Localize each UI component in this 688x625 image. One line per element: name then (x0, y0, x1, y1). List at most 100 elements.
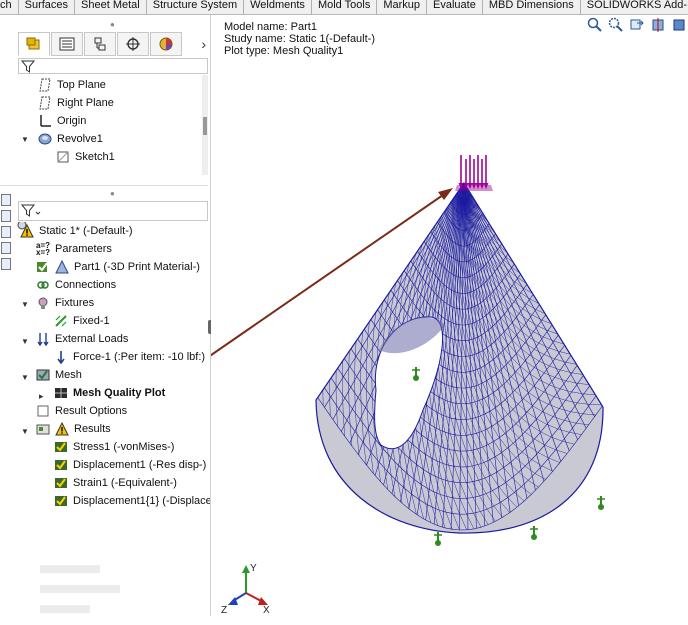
tree-item-connections[interactable]: Connections (36, 276, 116, 294)
ribbon-tab[interactable]: Sheet Metal (75, 0, 147, 14)
tree-item-sketch1[interactable]: Sketch1 (56, 148, 115, 166)
ribbon-tab[interactable]: SOLIDWORKS Add-Ins (581, 0, 688, 14)
command-manager-tabs: chSurfacesSheet MetalStructure SystemWel… (0, 0, 688, 15)
tree-item-revolve1[interactable]: Revolve1 (38, 130, 103, 148)
tree-item-origin[interactable]: Origin (38, 112, 86, 130)
tree-item-external-loads[interactable]: External Loads (36, 330, 128, 348)
expand-caret-icon[interactable]: ▼ (21, 427, 29, 436)
coordinate-triad: Y X Z (221, 563, 270, 616)
result-plot-icon (54, 440, 68, 454)
expand-caret-icon[interactable]: ▼ (21, 300, 29, 309)
tab-dimxpert-manager[interactable] (117, 32, 149, 56)
filter-icon (21, 204, 41, 220)
tree-item-result[interactable]: Displacement1 (-Res disp-) (54, 456, 206, 474)
tab-configuration-manager[interactable] (84, 32, 116, 56)
plane-icon (38, 96, 52, 110)
crosshair-icon (125, 36, 141, 52)
panel-grip[interactable]: ● (110, 20, 115, 29)
tree-item-label: Stress1 (-vonMises-) (73, 441, 174, 453)
tool-icon[interactable] (1, 194, 11, 206)
ribbon-tab[interactable]: MBD Dimensions (483, 0, 581, 14)
tree-item-label: Right Plane (57, 97, 114, 109)
result-plot-icon (54, 476, 68, 490)
faded-ghost-rows (0, 555, 200, 625)
check-mesh-icon (36, 368, 50, 382)
tab-feature-manager[interactable] (18, 32, 50, 56)
tree-item-label: Mesh Quality Plot (73, 387, 165, 399)
tree-item-parameters[interactable]: a=?x=?Parameters (36, 240, 112, 258)
result-plot-icon (54, 458, 68, 472)
tree-item-result[interactable]: Displacement1{1} (-Displaceme (54, 492, 210, 510)
ribbon-tab[interactable]: ch (0, 0, 19, 14)
ribbon-tab[interactable]: Weldments (244, 0, 312, 14)
expand-caret-icon[interactable]: ▼ (21, 337, 29, 346)
tree-item-label: Result Options (55, 405, 127, 417)
revolve-icon (38, 132, 52, 146)
tree-item-right-plane[interactable]: Right Plane (38, 94, 114, 112)
tree-item-label: External Loads (55, 333, 128, 345)
feature-tree-filter[interactable] (18, 58, 208, 74)
tree-item-results[interactable]: Results (36, 420, 111, 438)
triad-y-label: Y (250, 563, 257, 574)
expand-caret-icon[interactable]: ▼ (21, 135, 29, 144)
configuration-manager-icon (92, 36, 108, 52)
property-manager-icon (59, 37, 75, 51)
part-icon (55, 260, 69, 274)
origin-icon (38, 114, 52, 128)
result-plot-icon (54, 494, 68, 508)
filter-icon (21, 60, 35, 73)
ribbon-tab[interactable]: Surfaces (19, 0, 75, 14)
tree-item-study[interactable]: Static 1* (-Default-) (20, 222, 133, 240)
cone-mesh-model[interactable]: Y X Z (211, 15, 688, 616)
tree-item-label: Results (74, 423, 111, 435)
tree-item-result-options[interactable]: Result Options (36, 402, 127, 420)
fixture-marker (434, 532, 442, 546)
ribbon-tab[interactable]: Markup (377, 0, 427, 14)
tree-item-label: Connections (55, 279, 116, 291)
result-options-icon (36, 404, 50, 418)
ribbon-tab[interactable]: Structure System (147, 0, 244, 14)
tab-property-manager[interactable] (51, 32, 83, 56)
tree-item-mesh-quality-plot[interactable]: Mesh Quality Plot (54, 384, 165, 402)
fixed-geometry-icon (54, 314, 68, 328)
check-part-icon (36, 260, 50, 274)
left-panel: ● › Top Plane Right Plane (0, 15, 211, 616)
feature-tree-scrollbar[interactable] (202, 75, 208, 175)
tree-item-fixtures[interactable]: Fixtures (36, 294, 94, 312)
tree-item-mesh[interactable]: Mesh (36, 366, 82, 384)
pane-divider[interactable] (0, 185, 208, 190)
triad-x-label: X (263, 605, 270, 616)
tree-item-label: Force-1 (:Per item: -10 lbf:) (73, 351, 205, 363)
feature-tree: Top Plane Right Plane Origin ▼ Revolve1 … (18, 75, 198, 190)
results-folder-icon (36, 422, 50, 436)
tree-item-part[interactable]: Part1 (-3D Print Material-) (36, 258, 200, 276)
sketch-icon (56, 150, 70, 164)
expand-caret-icon[interactable]: ▼ (21, 373, 29, 382)
tree-item-result[interactable]: Stress1 (-vonMises-) (54, 438, 174, 456)
graphics-area[interactable]: Model name: Part1 Study name: Static 1(-… (211, 15, 688, 616)
tree-item-label: Sketch1 (75, 151, 115, 163)
tree-item-label: Strain1 (-Equivalent-) (73, 477, 177, 489)
tree-item-force-1[interactable]: Force-1 (:Per item: -10 lbf:) (54, 348, 205, 366)
tree-item-result[interactable]: Strain1 (-Equivalent-) (54, 474, 177, 492)
tree-item-top-plane[interactable]: Top Plane (38, 76, 106, 94)
fixture-marker (597, 496, 605, 510)
parameters-icon: a=?x=? (36, 242, 50, 256)
ribbon-tab[interactable]: Evaluate (427, 0, 483, 14)
expand-caret-icon[interactable]: ▸ (39, 391, 44, 402)
panel-grip[interactable]: ● (110, 189, 115, 198)
tree-item-label: Displacement1{1} (-Displaceme (73, 495, 210, 507)
tree-item-label: Top Plane (57, 79, 106, 91)
display-manager-icon (158, 36, 174, 52)
scroll-thumb[interactable] (203, 117, 207, 135)
ribbon-tab[interactable]: Mold Tools (312, 0, 377, 14)
simulation-study-tree: Static 1* (-Default-) a=?x=?Parameters P… (0, 222, 210, 552)
plane-icon (38, 78, 52, 92)
tree-item-label: Fixed-1 (73, 315, 110, 327)
tool-icon[interactable] (1, 210, 11, 222)
more-tabs-chevron-icon[interactable]: › (201, 36, 206, 52)
study-tree-filter[interactable] (18, 201, 208, 221)
triad-z-label: Z (221, 605, 227, 616)
tree-item-fixed-1[interactable]: Fixed-1 (54, 312, 110, 330)
tab-display-manager[interactable] (150, 32, 182, 56)
